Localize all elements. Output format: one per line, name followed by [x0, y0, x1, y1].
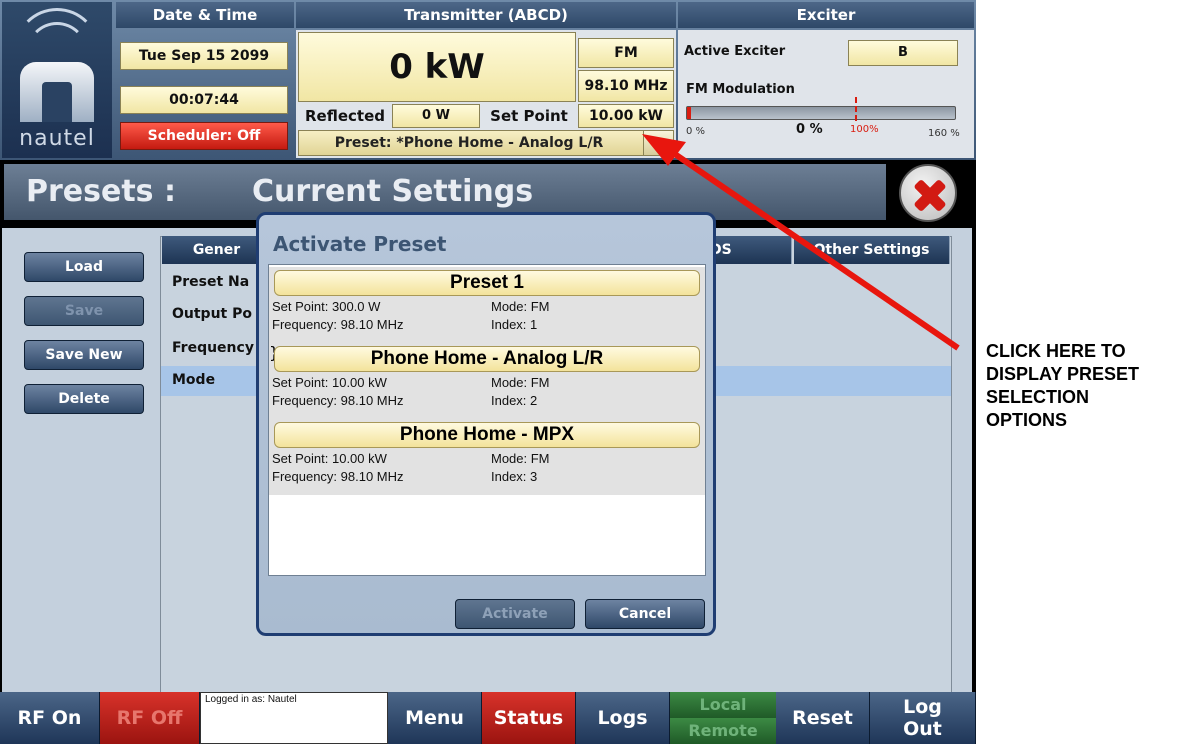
preset-mode: Mode: FM [491, 375, 550, 390]
date-display: Tue Sep 15 2099 [120, 42, 288, 70]
login-status-box: Logged in as: Nautel [200, 692, 388, 744]
reflected-value: 0 W [392, 104, 480, 128]
preset-name-label: Preset Na [172, 274, 250, 290]
active-exciter-value: B [848, 40, 958, 66]
fm-modulation-fill [687, 107, 691, 119]
mode-label: Mode [172, 372, 216, 388]
callout-line-1: CLICK HERE TO [986, 341, 1126, 361]
set-point-label: Set Point [490, 107, 568, 125]
fm-modulation-bar [686, 97, 956, 121]
transmitter-screen: nautel Date & Time Tue Sep 15 2099 00:07… [0, 0, 976, 744]
logout-label: Log Out [903, 696, 942, 740]
preset-frequency: Frequency: 98.10 MHz [272, 317, 404, 332]
time-display: 00:07:44 [120, 86, 288, 114]
fm-100-marker [855, 97, 857, 121]
save-new-button[interactable]: Save New [24, 340, 144, 370]
exciter-title: Exciter [678, 2, 974, 28]
output-power-label: Output Po [172, 306, 252, 322]
list-item[interactable]: Phone Home - MPX Set Point: 10.00 kW Mod… [269, 419, 705, 495]
frequency-display: 98.10 MHz [578, 70, 674, 102]
nautel-logo: nautel [2, 2, 112, 158]
preset-frequency: Frequency: 98.10 MHz [272, 469, 404, 484]
save-button[interactable]: Save [24, 296, 144, 326]
transmitter-title: Transmitter (ABCD) [296, 2, 676, 28]
preset-index: Index: 2 [491, 393, 538, 408]
fm-modulation-label: FM Modulation [686, 82, 795, 97]
menu-button[interactable]: Menu [388, 692, 482, 744]
arrow-shaft [664, 145, 960, 351]
cancel-button[interactable]: Cancel [585, 599, 705, 629]
preset-frequency: Frequency: 98.10 MHz [272, 393, 404, 408]
preset-mode: Mode: FM [491, 451, 550, 466]
preset-index: Index: 3 [491, 469, 538, 484]
activate-button[interactable]: Activate [455, 599, 575, 629]
remote-option[interactable]: Remote [670, 718, 776, 744]
preset-set-point: Set Point: 10.00 kW [272, 451, 387, 466]
callout-line-3: SELECTION [986, 387, 1090, 407]
callout-line-4: OPTIONS [986, 410, 1068, 430]
preset-dropdown[interactable]: Preset: *Phone Home - Analog L/R [298, 130, 674, 156]
logout-button[interactable]: Log Out [870, 692, 976, 744]
active-exciter-label: Active Exciter [684, 44, 786, 59]
pointer-arrow [642, 134, 960, 351]
delete-button[interactable]: Delete [24, 384, 144, 414]
preset-index: Index: 1 [491, 317, 538, 332]
rf-on-button[interactable]: RF On [0, 692, 100, 744]
status-button[interactable]: Status [482, 692, 576, 744]
preset-set-point: Set Point: 300.0 W [272, 299, 381, 314]
band-display: FM [578, 38, 674, 68]
rf-off-button[interactable]: RF Off [100, 692, 200, 744]
load-button[interactable]: Load [24, 252, 144, 282]
power-display: 0 kW [298, 32, 576, 102]
preset-dropdown-value: Preset: *Phone Home - Analog L/R [334, 135, 604, 151]
reset-button[interactable]: Reset [776, 692, 870, 744]
page-title-left: Presets : [26, 174, 176, 209]
arrow-head-icon [642, 134, 686, 166]
reflected-label: Reflected [305, 107, 385, 125]
logs-button[interactable]: Logs [576, 692, 670, 744]
preset-name: Phone Home - MPX [274, 422, 700, 448]
logo-text: nautel [19, 126, 95, 151]
callout-line-2: DISPLAY PRESET [986, 364, 1140, 384]
preset-mode: Mode: FM [491, 299, 550, 314]
dialog-title: Activate Preset [273, 232, 447, 256]
local-remote-toggle[interactable]: Local Remote [670, 692, 776, 744]
logo-mark-icon [20, 62, 94, 122]
date-time-title: Date & Time [116, 2, 294, 28]
callout-annotation: CLICK HERE TO DISPLAY PRESET SELECTION O… [986, 340, 1186, 432]
scheduler-button[interactable]: Scheduler: Off [120, 122, 288, 150]
preset-set-point: Set Point: 10.00 kW [272, 375, 387, 390]
local-option[interactable]: Local [670, 692, 776, 718]
logged-in-text: Logged in as: Nautel [205, 694, 297, 705]
frequency-label: Frequency [172, 340, 254, 356]
